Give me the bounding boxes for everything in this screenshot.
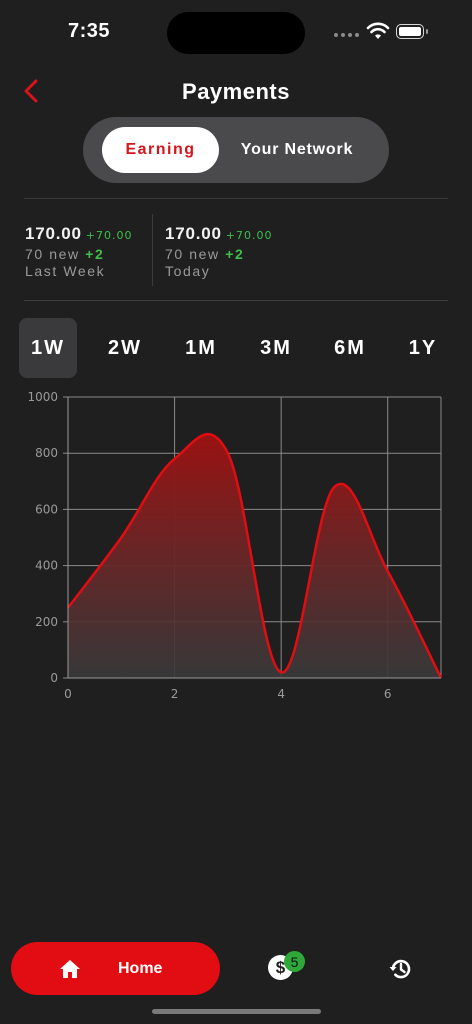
chart-tick-label-y: 200 [35, 615, 58, 629]
stat-new-delta: +2 [85, 246, 105, 262]
page-title: Payments [182, 79, 290, 104]
stat-divider [152, 214, 153, 286]
stat-today: 170.00 +70.00 70 new +2 Today [165, 224, 273, 279]
range-tab-6m[interactable]: 6M [321, 318, 379, 378]
chart-tick-label-y: 1000 [27, 390, 58, 404]
home-button[interactable]: Home [11, 942, 220, 995]
stat-new-delta: +2 [225, 246, 245, 262]
range-tab-1m[interactable]: 1M [172, 318, 230, 378]
chart-tick-label-y: 400 [35, 559, 58, 573]
home-indicator [152, 1009, 321, 1014]
stat-value: 170.00 [165, 224, 222, 243]
tab-your-network[interactable]: Your Network [233, 127, 361, 173]
range-tab-1w[interactable]: 1W [19, 318, 77, 378]
wifi-icon [366, 22, 390, 39]
dynamic-island [167, 12, 305, 54]
stat-last-week: 170.00 +70.00 70 new +2 Last Week [25, 224, 133, 279]
earnings-area-chart: 0 200 400 600 800 1000 0 2 4 6 [27, 390, 443, 701]
stat-period: Last Week [25, 263, 106, 279]
status-time: 7:35 [68, 20, 111, 42]
history-icon[interactable] [388, 956, 414, 982]
range-tab-1y[interactable]: 1Y [394, 318, 452, 378]
chart-tick-label-x: 2 [171, 687, 179, 701]
chart-tick-label-y: 600 [35, 502, 58, 516]
range-tab-2w[interactable]: 2W [96, 318, 154, 378]
stat-value: 170.00 [25, 224, 82, 243]
range-tab-3m[interactable]: 3M [247, 318, 305, 378]
divider [24, 198, 448, 199]
battery-icon [396, 24, 428, 39]
chart-tick-label-y: 800 [35, 446, 58, 460]
chart-tick-label-x: 4 [277, 687, 285, 701]
cellular-signal-icon [334, 33, 359, 37]
chart-tick-label-y: 0 [50, 671, 58, 685]
stat-delta: +70.00 [85, 229, 133, 242]
home-label: Home [118, 959, 163, 977]
tab-earning[interactable]: Earning [102, 127, 219, 173]
stat-new-count: 70 new [165, 246, 220, 262]
stat-delta: +70.00 [225, 229, 273, 242]
home-icon [60, 959, 80, 978]
divider [24, 300, 448, 301]
stat-period: Today [165, 263, 211, 279]
payments-badge: 5 [284, 951, 305, 972]
chart-tick-label-x: 6 [384, 687, 392, 701]
stat-new-count: 70 new [25, 246, 80, 262]
chart-area-fill [68, 434, 441, 678]
chart-tick-label-x: 0 [64, 687, 72, 701]
